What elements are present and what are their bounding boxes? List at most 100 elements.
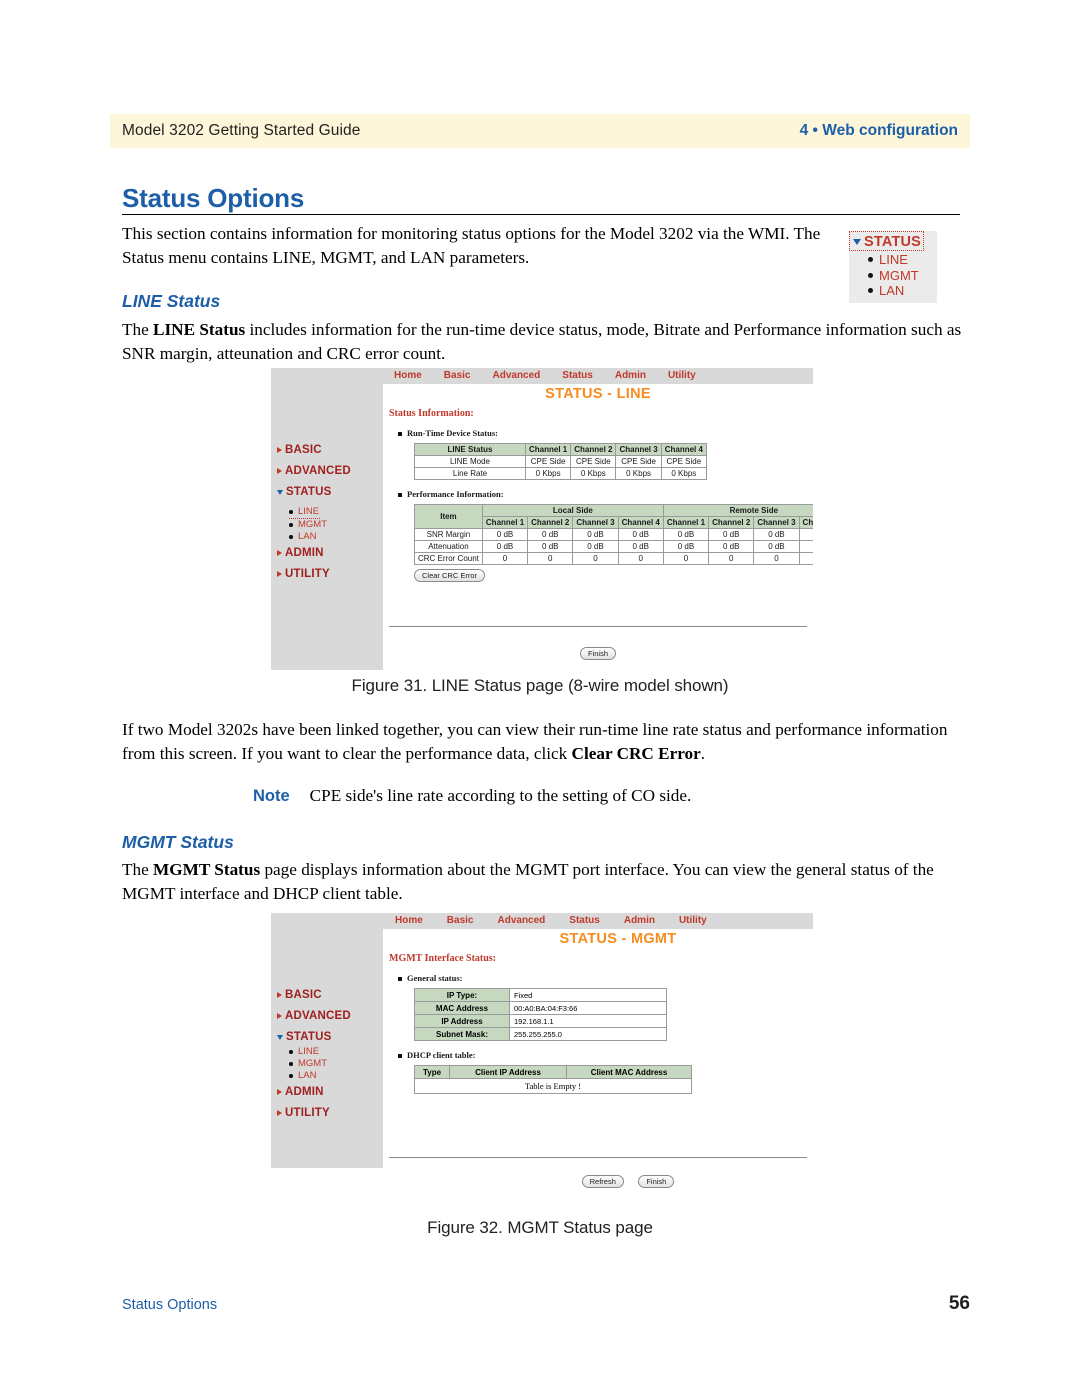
sidebar-subitem-mgmt[interactable]: MGMT [289,519,383,531]
sidebar-subitem-lan[interactable]: LAN [289,531,383,543]
nav-utility[interactable]: Utility [657,368,707,384]
table-row: Attenuation 0 dB 0 dB 0 dB 0 dB 0 dB 0 d… [414,540,813,553]
table-row: IP Type: Fixed [414,988,667,1002]
col-local-ch2: Channel 2 [527,516,574,529]
run-time-device-status-heading: Run-Time Device Status: [398,428,813,438]
header-chapter-title: 4 • Web configuration [799,122,958,139]
cell-crc-local-4: 0 [617,552,664,565]
chevron-right-icon [277,1110,282,1116]
chevron-right-icon [277,468,282,474]
label-mac-address: MAC Address [414,1001,510,1015]
nav-utility[interactable]: Utility [667,913,719,929]
sidebar-item-status[interactable]: STATUS [277,486,383,498]
sidebar-item-admin[interactable]: ADMIN [277,547,383,559]
nav-advanced[interactable]: Advanced [485,913,557,929]
figure-31-screenshot: Home Basic Advanced Status Admin Utility… [271,368,813,670]
nav-home[interactable]: Home [383,368,433,384]
general-status-heading: General status: [398,973,813,983]
cell-line-rate-ch4: 0 Kbps [660,467,707,480]
sidebar-substatus-list: LINE MGMT LAN [289,501,383,543]
col-line-status: LINE Status [414,443,526,456]
nav-basic[interactable]: Basic [435,913,486,929]
sidebar-item-utility[interactable]: UTILITY [277,568,383,580]
nav-status[interactable]: Status [551,368,604,384]
col-type: Type [414,1065,450,1079]
table-row: LINE Mode CPE Side CPE Side CPE Side CPE… [414,455,707,468]
sidebar-subitem-mgmt[interactable]: MGMT [289,1058,383,1070]
callout-title: STATUS [864,234,922,250]
col-channel-4: Channel 4 [660,443,707,456]
cell-snr-remote-4: 0 dB [798,528,813,541]
nav-basic[interactable]: Basic [433,368,482,384]
cell-line-mode-ch1: CPE Side [524,455,572,468]
title-divider [122,214,960,215]
callout-item-lan: LAN [868,283,937,299]
cell-snr-local-2: 0 dB [527,528,574,541]
table-row: CRC Error Count 0 0 0 0 0 0 0 0 [414,552,813,565]
sidebar-item-basic[interactable]: BASIC [277,444,383,456]
finish-button[interactable]: Finish [638,1175,675,1188]
cell-line-mode-ch2: CPE Side [570,455,617,468]
cell-att-remote-3: 0 dB [753,540,800,553]
chevron-down-icon [277,1034,283,1040]
dhcp-client-table-heading: DHCP client table: [398,1050,813,1060]
nav-admin[interactable]: Admin [612,913,667,929]
dhcp-empty-message: Table is Empty ! [414,1078,692,1094]
label-ip-type: IP Type: [414,988,510,1002]
col-client-mac-address: Client MAC Address [566,1065,692,1079]
table-row: MAC Address 00:A0:BA:04:F3:66 [414,1001,667,1015]
col-remote-side: Remote Side [662,504,813,517]
sidebar-item-admin-label: ADMIN [285,1086,324,1098]
heading-mgmt-status: MGMT Status [122,832,234,852]
sidebar-item-basic[interactable]: BASIC [277,989,383,1001]
status-menu-callout: STATUS LINE MGMT LAN [849,231,937,303]
sidebar-subitem-line[interactable]: LINE [289,1046,383,1058]
finish-button[interactable]: Finish [579,647,616,660]
col-local-side: Local Side [481,504,664,517]
row-label-snr-margin: SNR Margin [414,528,483,541]
cell-line-mode-ch3: CPE Side [615,455,662,468]
nav-home[interactable]: Home [383,913,435,929]
sidebar-item-advanced[interactable]: ADVANCED [277,465,383,477]
table-row: IP Address 192.168.1.1 [414,1014,667,1028]
sidebar-item-status[interactable]: STATUS [277,1031,383,1043]
wmi-button-row: Refresh Finish [383,1171,813,1189]
col-item: Item [414,504,483,529]
chevron-right-icon [277,992,282,998]
table-row: SNR Margin 0 dB 0 dB 0 dB 0 dB 0 dB 0 dB… [414,528,813,541]
col-channel-1: Channel 1 [524,443,572,456]
col-channel-3: Channel 3 [615,443,662,456]
cell-att-remote-2: 0 dB [708,540,755,553]
device-status-table: LINE Status Channel 1 Channel 2 Channel … [414,443,707,480]
sidebar-subitem-lan[interactable]: LAN [289,1070,383,1082]
table-row: Table is Empty ! [414,1078,692,1094]
row-label-attenuation: Attenuation [414,540,483,553]
chevron-right-icon [277,447,282,453]
table-header-row: Item Local Side Remote Side [414,504,813,529]
nav-admin[interactable]: Admin [604,368,657,384]
nav-advanced[interactable]: Advanced [481,368,551,384]
nav-status[interactable]: Status [557,913,612,929]
clear-crc-error-button[interactable]: Clear CRC Error [414,569,486,582]
intro-paragraph: This section contains information for mo… [122,224,821,267]
cell-crc-local-3: 0 [572,552,619,565]
label-ip-address: IP Address [414,1014,510,1028]
table-header-row: LINE Status Channel 1 Channel 2 Channel … [414,443,707,456]
note-label: Note [253,787,290,805]
callout-list: LINE MGMT LAN [849,252,937,299]
callout-header: STATUS [849,231,925,251]
sidebar-item-advanced[interactable]: ADVANCED [277,1010,383,1022]
wmi-navbar: Home Basic Advanced Status Admin Utility [383,913,813,929]
sidebar-item-utility[interactable]: UTILITY [277,1107,383,1119]
cell-snr-remote-1: 0 dB [662,528,710,541]
col-local-ch3: Channel 3 [572,516,619,529]
sidebar-item-admin[interactable]: ADMIN [277,1086,383,1098]
chevron-right-icon [277,550,282,556]
refresh-button[interactable]: Refresh [581,1175,624,1188]
wmi-navbar: Home Basic Advanced Status Admin Utility [383,368,813,384]
cell-crc-remote-3: 0 [753,552,800,565]
running-header: Model 3202 Getting Started Guide 4 • Web… [110,114,970,148]
cell-line-rate-ch3: 0 Kbps [615,467,662,480]
sidebar-item-admin-label: ADMIN [285,547,324,559]
sidebar-subitem-line[interactable]: LINE [289,506,321,519]
